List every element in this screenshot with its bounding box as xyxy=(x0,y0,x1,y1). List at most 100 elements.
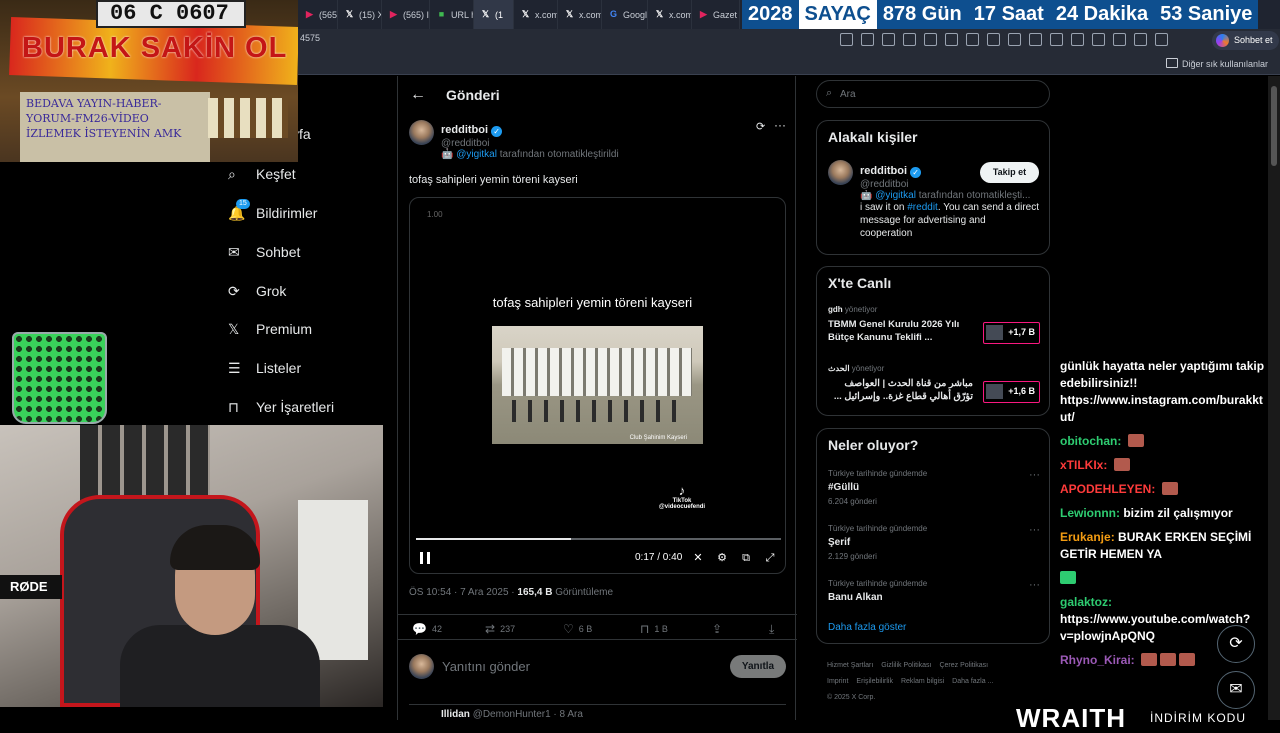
messages-fab-icon[interactable]: ✉ xyxy=(1217,671,1255,709)
more-options-icon[interactable]: ··· xyxy=(774,118,786,132)
back-arrow-icon[interactable]: ← xyxy=(410,86,426,104)
extension-icon[interactable] xyxy=(987,33,1000,46)
browser-tab[interactable]: 𝕏x.com xyxy=(648,0,692,29)
grid-icon[interactable] xyxy=(840,33,853,46)
sidebar-icon[interactable] xyxy=(1050,33,1063,46)
pause-icon[interactable] xyxy=(420,552,430,564)
mute-icon[interactable]: ✕ xyxy=(692,552,704,564)
trend-name: Şerif xyxy=(828,537,851,548)
scrollbar[interactable] xyxy=(1268,76,1280,720)
other-bookmarks-folder[interactable]: Diğer sık kullanılanlar xyxy=(1166,58,1268,69)
more-options-icon[interactable]: ··· xyxy=(1029,469,1040,481)
collections-icon[interactable] xyxy=(1113,33,1126,46)
footer-link[interactable]: Daha fazla ... xyxy=(952,678,993,685)
automated-by-link[interactable]: @yigitkal xyxy=(456,149,497,160)
browser-tab[interactable]: 𝕏 (15) X xyxy=(338,0,382,29)
read-aloud-icon[interactable] xyxy=(861,33,874,46)
fullscreen-icon[interactable]: ⤢ xyxy=(764,552,776,564)
next-reply[interactable]: Illidan @DemonHunter1 · 8 Ara xyxy=(409,704,786,720)
extension-icon[interactable] xyxy=(945,33,958,46)
reply-input[interactable]: Yanıtını gönder xyxy=(442,659,530,674)
address-text[interactable]: 4575 xyxy=(300,33,320,43)
shield-icon[interactable] xyxy=(1092,33,1105,46)
trend-count: 6.204 gönderi xyxy=(828,497,877,506)
browser-tab[interactable]: G Googl xyxy=(602,0,648,29)
avatar[interactable] xyxy=(409,120,434,145)
video-player[interactable]: 1.00 tofaş sahipleri yemin töreni kayser… xyxy=(409,197,786,574)
nav-item[interactable]: ✉ Sohbet xyxy=(228,240,300,264)
post-timestamp[interactable]: ÖS 10:54 · 7 Ara 2025 · xyxy=(409,587,517,598)
extension-icon[interactable] xyxy=(903,33,916,46)
reply-button[interactable]: Yanıtla xyxy=(730,655,786,678)
chat-username[interactable]: Lewionnn: xyxy=(1060,506,1120,520)
more-options-icon[interactable]: ··· xyxy=(1029,579,1040,591)
post-column: ← Gönderi redditboi ✓ @redditboi 🤖 @yigit… xyxy=(397,76,797,720)
video-progress-bar[interactable] xyxy=(416,538,781,540)
download-action[interactable]: ⤓ xyxy=(769,622,774,637)
browser-tab[interactable]: ▶ (565) I xyxy=(382,0,430,29)
footer-link[interactable]: Gizlilik Politikası xyxy=(881,662,931,669)
counter-seconds: 53 Saniye xyxy=(1160,3,1253,25)
favorites-icon[interactable] xyxy=(1071,33,1084,46)
like-action[interactable]: ♡ 6 B xyxy=(563,622,592,636)
footer-link[interactable]: © 2025 X Corp. xyxy=(827,694,875,701)
nav-item[interactable]: ⌕ Keşfet xyxy=(228,162,296,186)
repost-action[interactable]: ⇄ 237 xyxy=(485,622,515,636)
footer-link[interactable]: Reklam bilgisi xyxy=(901,678,944,685)
chat-username[interactable]: obitochan: xyxy=(1060,434,1121,448)
related-name[interactable]: redditboi xyxy=(860,165,907,177)
extension-icon[interactable] xyxy=(966,33,979,46)
favorite-star-icon[interactable] xyxy=(882,33,895,46)
more-options-icon[interactable]: ··· xyxy=(1029,524,1040,536)
footer-link[interactable]: Çerez Politikası xyxy=(939,662,988,669)
show-more-link[interactable]: Daha fazla göster xyxy=(828,622,906,633)
chat-username[interactable]: Rhyno_Kirai: xyxy=(1060,653,1135,667)
live-item[interactable]: gdh yönetiyor TBMM Genel Kurulu 2026 Yılı… xyxy=(828,305,1040,344)
profile-icon[interactable] xyxy=(1134,33,1147,46)
trend-item[interactable]: Türkiye tarihinde gündemde Şerif 2.129 gön… xyxy=(828,524,1040,561)
avatar[interactable] xyxy=(828,160,853,185)
grok-icon[interactable]: ⟳ xyxy=(756,120,765,133)
browser-tab[interactable]: ▶ (565) xyxy=(298,0,338,29)
more-icon[interactable] xyxy=(1155,33,1168,46)
nav-item[interactable]: ⊓ Yer İşaretleri xyxy=(228,395,334,419)
footer-link[interactable]: Hizmet Şartları xyxy=(827,662,873,669)
browser-tab[interactable]: 𝕏x.com xyxy=(558,0,602,29)
related-automated-link[interactable]: @yigitkal xyxy=(875,190,916,201)
footer-link[interactable]: Erişilebilirlik xyxy=(856,678,893,685)
scrollbar-thumb[interactable] xyxy=(1271,86,1277,166)
footer-link[interactable]: Imprint xyxy=(827,678,848,685)
browser-tab[interactable]: ■ URL h xyxy=(430,0,474,29)
browser-tab[interactable]: 𝕏x.com xyxy=(514,0,558,29)
nav-item[interactable]: 🔔 15 Bildirimler xyxy=(228,199,317,225)
browser-tab[interactable]: 𝕏 (1 xyxy=(474,0,514,29)
related-bio-link[interactable]: #reddit xyxy=(907,202,938,213)
automated-label: 🤖 @yigitkal tarafından otomatikleştirild… xyxy=(441,149,619,160)
extension-icon[interactable] xyxy=(924,33,937,46)
copilot-chat-button[interactable]: Sohbet et xyxy=(1212,31,1279,50)
share-action[interactable]: ⇪ xyxy=(712,622,722,636)
split-screen-icon[interactable] xyxy=(1029,33,1042,46)
refresh-icon[interactable] xyxy=(1008,33,1021,46)
author-handle[interactable]: @redditboi xyxy=(441,138,619,149)
nav-item[interactable]: ☰ Listeler xyxy=(228,356,301,380)
browser-tab[interactable]: ▶ Gazet xyxy=(692,0,740,29)
bookmark-action[interactable]: ⊓ 1 B xyxy=(640,622,668,636)
pip-icon[interactable]: ⧉ xyxy=(740,552,752,564)
live-item[interactable]: الحدث yönetiyor مباشر من قناة الحدث | الع… xyxy=(828,364,1040,403)
chat-username[interactable]: xTILKIx: xyxy=(1060,458,1107,472)
like-count: 6 B xyxy=(578,624,593,634)
search-input[interactable]: ⌕ Ara xyxy=(816,80,1050,108)
trend-item[interactable]: Türkiye tarihinde gündemde #Güllü 6.204 gö… xyxy=(828,469,1040,506)
follow-button[interactable]: Takip et xyxy=(980,162,1039,183)
settings-icon[interactable]: ⚙ xyxy=(716,552,728,564)
reply-action[interactable]: 💬 42 xyxy=(412,622,442,636)
chat-username[interactable]: Erukanje: xyxy=(1060,530,1115,544)
chat-username[interactable]: APODEHLEYEN: xyxy=(1060,482,1155,496)
nav-item[interactable]: 𝕏 Premium xyxy=(228,317,312,341)
grok-fab-icon[interactable]: ⟳ xyxy=(1217,625,1255,663)
nav-item[interactable]: ⟳ Grok xyxy=(228,279,286,303)
chat-username[interactable]: galaktoz: xyxy=(1060,595,1112,609)
trend-item[interactable]: Türkiye tarihinde gündemde Banu Alkan ··· xyxy=(828,579,1040,603)
author-name[interactable]: redditboi xyxy=(441,124,488,136)
